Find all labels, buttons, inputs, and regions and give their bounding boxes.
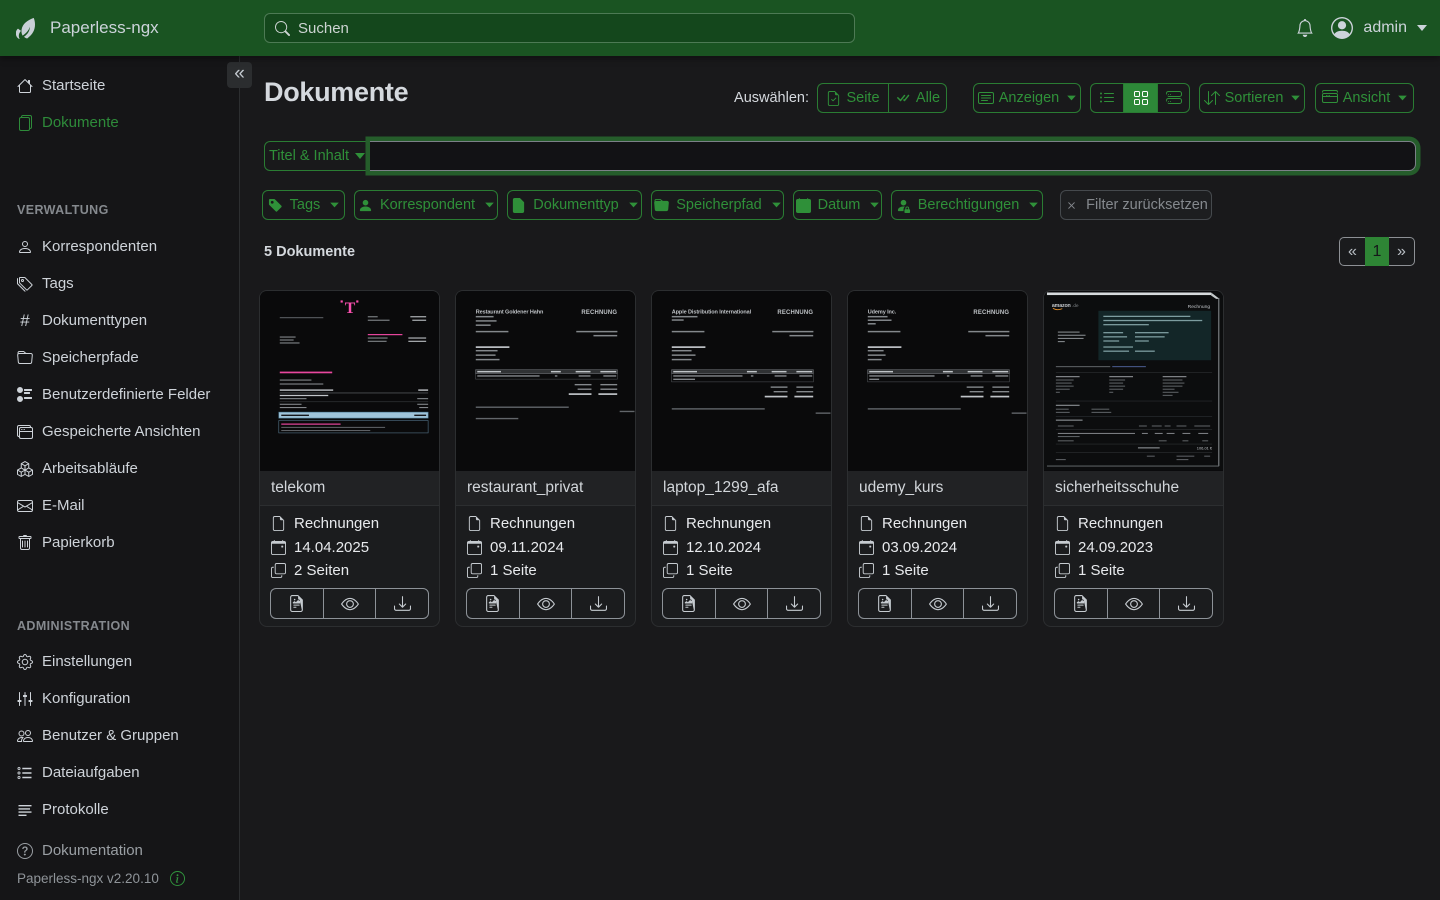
svg-text:Apple Distribution Internation: Apple Distribution International [672,310,752,316]
svg-text:RECHNUNG: RECHNUNG [581,310,617,316]
svg-text:T: T [345,300,356,317]
svg-text:.de: .de [1072,303,1079,308]
svg-text:RECHNUNG: RECHNUNG [973,310,1009,316]
svg-text:106,01 €: 106,01 € [1197,446,1213,451]
svg-text:Udemy Inc.: Udemy Inc. [868,310,897,316]
svg-text:Rechnung: Rechnung [1188,304,1211,310]
svg-text:Restaurant Goldener Hahn: Restaurant Goldener Hahn [476,310,544,316]
svg-text:RECHNUNG: RECHNUNG [777,310,813,316]
svg-text:amazon: amazon [1052,303,1071,309]
